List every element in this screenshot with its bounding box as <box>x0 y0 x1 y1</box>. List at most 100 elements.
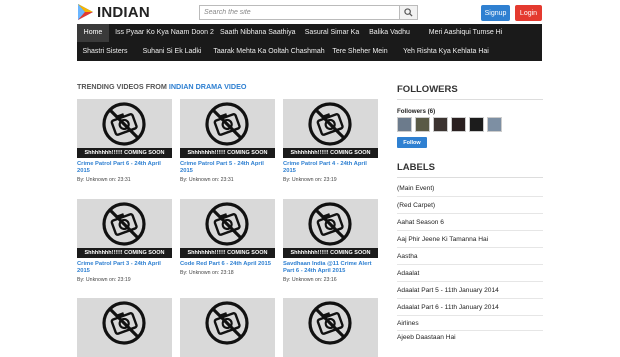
nav-item-balika-vadhu[interactable]: Balika Vadhu <box>367 24 412 42</box>
thumbnail-banner: Shhhhhhh!!!!!! COMING SOON <box>283 148 378 158</box>
video-card[interactable] <box>77 298 172 357</box>
camera-icon <box>205 202 249 246</box>
video-title[interactable]: Crime Patrol Part 6 - 24th April 2015 <box>77 161 172 175</box>
video-meta: By: Unknown on: 23:31 <box>77 177 131 183</box>
follower-avatar[interactable] <box>487 117 502 132</box>
divider <box>397 264 543 265</box>
nav-item-home[interactable]: Home <box>77 24 109 42</box>
section-title-highlight[interactable]: INDIAN DRAMA VIDEO <box>169 82 247 91</box>
video-thumbnail[interactable]: Shhhhhhh!!!!!! COMING SOON <box>180 99 275 158</box>
video-meta: By: Unknown on: 23:19 <box>77 277 131 283</box>
site-header: INDIAN Signup Login <box>0 0 620 24</box>
labels-heading: LABELS <box>397 162 435 173</box>
video-card[interactable]: Shhhhhhh!!!!!! COMING SOON Savdhaan Indi… <box>283 199 378 283</box>
nav-item-yeh-rishta[interactable]: Yeh Rishta Kya Kehlata Hai <box>395 43 497 61</box>
follow-button[interactable]: Follow <box>397 137 427 148</box>
nav-item-suhani[interactable]: Suhani Si Ek Ladki <box>139 43 205 61</box>
divider <box>397 247 543 248</box>
nav-item-shastri-sisters[interactable]: Shastri Sisters <box>77 43 133 61</box>
label-link[interactable]: Aahat Season 6 <box>397 218 543 227</box>
video-thumbnail[interactable] <box>283 298 378 357</box>
camera-icon <box>308 102 352 146</box>
divider <box>397 230 543 231</box>
label-link[interactable]: Adaalat Part 5 - 11th January 2014 <box>397 286 543 295</box>
label-link[interactable]: Ajeeb Daastaan Hai <box>397 333 543 342</box>
label-link[interactable]: Adaalat Part 6 - 11th January 2014 <box>397 303 543 312</box>
video-meta: By: Unknown on: 23:18 <box>180 270 234 276</box>
follower-avatar[interactable] <box>433 117 448 132</box>
followers-count: Followers (6) <box>397 108 436 115</box>
label-link[interactable]: Adaalat <box>397 269 543 278</box>
site-logo[interactable]: INDIAN <box>76 3 150 21</box>
nav-item-meri-aashiqui[interactable]: Meri Aashiqui Tumse Hi <box>419 24 512 42</box>
camera-icon <box>102 102 146 146</box>
thumbnail-banner: Shhhhhhh!!!!!! COMING SOON <box>180 148 275 158</box>
login-button[interactable]: Login <box>515 5 542 21</box>
camera-icon <box>205 301 249 345</box>
video-title[interactable]: Crime Patrol Part 3 - 24th April 2015 <box>77 261 172 275</box>
section-title-prefix: TRENDING VIDEOS FROM <box>77 82 167 91</box>
divider <box>397 196 543 197</box>
signup-button[interactable]: Signup <box>481 5 510 21</box>
video-card[interactable]: Shhhhhhh!!!!!! COMING SOON Crime Patrol … <box>283 99 378 183</box>
camera-icon <box>308 301 352 345</box>
video-meta: By: Unknown on: 23:31 <box>180 177 234 183</box>
thumbnail-banner: Shhhhhhh!!!!!! COMING SOON <box>77 248 172 258</box>
follower-avatar[interactable] <box>397 117 412 132</box>
video-card[interactable]: Shhhhhhh!!!!!! COMING SOON Crime Patrol … <box>180 99 275 183</box>
video-thumbnail[interactable] <box>77 298 172 357</box>
video-card[interactable]: Shhhhhhh!!!!!! COMING SOON Code Red Part… <box>180 199 275 276</box>
nav-item-taarak-mehta[interactable]: Taarak Mehta Ka Ooltah Chashmah <box>211 43 327 61</box>
video-thumbnail[interactable]: Shhhhhhh!!!!!! COMING SOON <box>77 99 172 158</box>
thumbnail-banner: Shhhhhhh!!!!!! COMING SOON <box>77 148 172 158</box>
video-thumbnail[interactable]: Shhhhhhh!!!!!! COMING SOON <box>283 199 378 258</box>
camera-icon <box>308 202 352 246</box>
label-link[interactable]: Aastha <box>397 252 543 261</box>
video-card[interactable]: Shhhhhhh!!!!!! COMING SOON Crime Patrol … <box>77 199 172 283</box>
section-title: TRENDING VIDEOS FROM INDIAN DRAMA VIDEO <box>77 82 246 91</box>
main-nav: Home Iss Pyaar Ko Kya Naam Doon 2 Saath … <box>77 24 542 61</box>
follower-avatar[interactable] <box>415 117 430 132</box>
follow-label: Follow <box>403 139 421 146</box>
video-title[interactable]: Code Red Part 6 - 24th April 2015 <box>180 261 275 268</box>
nav-item-tere-sheher[interactable]: Tere Sheher Mein <box>332 43 388 61</box>
divider <box>397 213 543 214</box>
signup-label: Signup <box>484 9 507 17</box>
video-title[interactable]: Savdhaan India @11 Crime Alert Part 6 - … <box>283 261 378 275</box>
camera-icon <box>102 301 146 345</box>
video-title[interactable]: Crime Patrol Part 4 - 24th April 2015 <box>283 161 378 175</box>
search-input[interactable] <box>199 5 400 20</box>
nav-item-sasural-simar[interactable]: Sasural Simar Ka <box>301 24 363 42</box>
divider <box>397 298 543 299</box>
label-link[interactable]: (Main Event) <box>397 184 543 193</box>
video-card[interactable]: Shhhhhhh!!!!!! COMING SOON Crime Patrol … <box>77 99 172 183</box>
camera-icon <box>205 102 249 146</box>
divider <box>397 99 543 100</box>
thumbnail-banner: Shhhhhhh!!!!!! COMING SOON <box>283 248 378 258</box>
label-link[interactable]: Airlines <box>397 319 543 328</box>
video-thumbnail[interactable]: Shhhhhhh!!!!!! COMING SOON <box>180 199 275 258</box>
site-name: INDIAN <box>97 3 150 21</box>
video-meta: By: Unknown on: 23:16 <box>283 277 337 283</box>
video-card[interactable] <box>283 298 378 357</box>
login-label: Login <box>519 9 538 17</box>
nav-item-saath-nibhana[interactable]: Saath Nibhana Saathiya <box>220 24 296 42</box>
video-thumbnail[interactable]: Shhhhhhh!!!!!! COMING SOON <box>77 199 172 258</box>
label-link[interactable]: Aaj Phir Jeene Ki Tamanna Hai <box>397 235 543 244</box>
video-card[interactable] <box>180 298 275 357</box>
video-thumbnail[interactable] <box>180 298 275 357</box>
nav-item-iss-pyaar-ko[interactable]: Iss Pyaar Ko Kya Naam Doon 2 <box>115 24 214 42</box>
search-button[interactable] <box>400 5 418 20</box>
divider <box>397 177 543 178</box>
follower-avatar[interactable] <box>469 117 484 132</box>
video-title[interactable]: Crime Patrol Part 5 - 24th April 2015 <box>180 161 275 175</box>
label-link[interactable]: (Red Carpet) <box>397 201 543 210</box>
video-meta: By: Unknown on: 23:19 <box>283 177 337 183</box>
divider <box>397 281 543 282</box>
search-icon <box>404 8 413 17</box>
video-thumbnail[interactable]: Shhhhhhh!!!!!! COMING SOON <box>283 99 378 158</box>
divider <box>397 315 543 316</box>
followers-heading: FOLLOWERS <box>397 84 458 95</box>
thumbnail-banner: Shhhhhhh!!!!!! COMING SOON <box>180 248 275 258</box>
follower-avatar[interactable] <box>451 117 466 132</box>
